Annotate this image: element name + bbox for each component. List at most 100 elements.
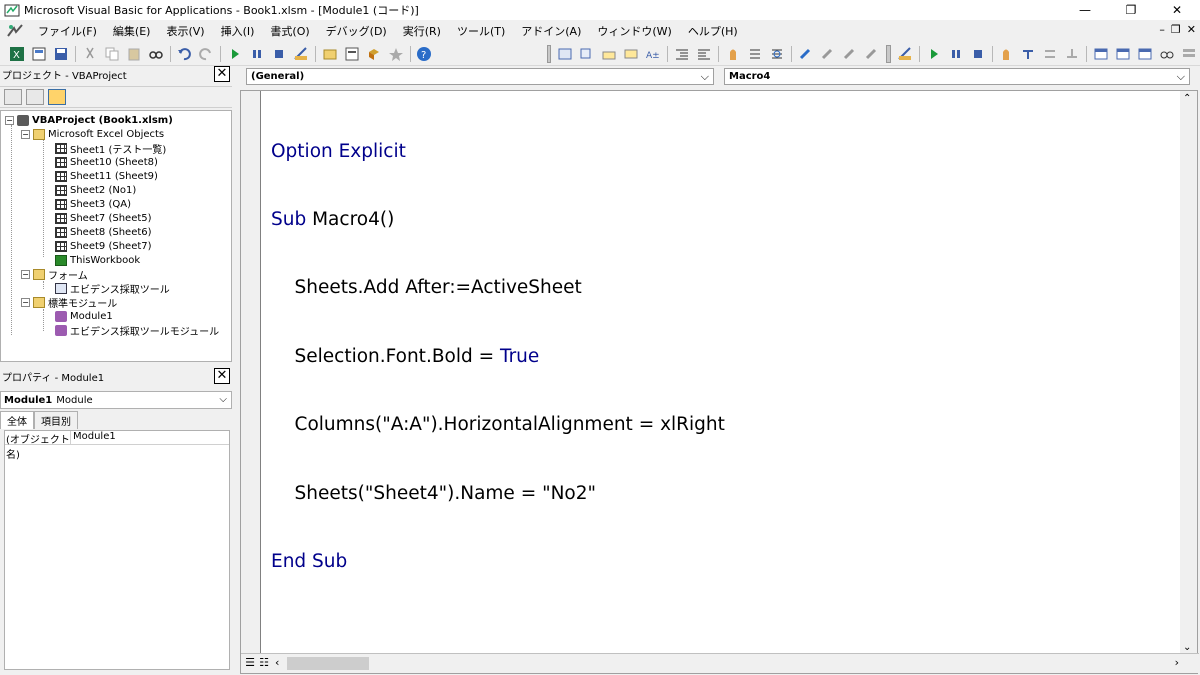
code-text[interactable]: Option Explicit Sub Macro4() Sheets.Add … (271, 95, 725, 619)
step-into-icon[interactable] (1020, 46, 1036, 62)
complete-word-icon[interactable]: A± (645, 46, 661, 62)
toggle-breakpoint-icon[interactable] (725, 46, 741, 62)
chevron-down-icon[interactable]: ⌵ (219, 394, 227, 405)
toolbox-icon[interactable] (388, 46, 404, 62)
menu-tools[interactable]: ツール(T) (449, 23, 513, 39)
watch-window-icon[interactable] (1137, 46, 1153, 62)
close-button[interactable]: ✕ (1154, 0, 1200, 20)
tree-node-excel-objects[interactable]: − Microsoft Excel Objects (21, 127, 164, 141)
paste-icon[interactable] (126, 46, 142, 62)
locals-window-icon[interactable] (1093, 46, 1109, 62)
mdi-minimize-button[interactable]: – (1159, 23, 1165, 36)
tab-alphabetic[interactable]: 全体 (0, 411, 34, 429)
copy-icon[interactable] (104, 46, 120, 62)
code-line[interactable]: Sheets.Add After:=ActiveSheet (271, 277, 725, 300)
scroll-left-icon[interactable]: ‹ (275, 656, 279, 669)
menu-help[interactable]: ヘルプ(H) (680, 23, 746, 39)
mdi-close-button[interactable]: ✕ (1187, 23, 1196, 36)
tree-node-sheet[interactable]: Sheet7 (Sheet5) (55, 211, 152, 225)
properties-window-icon[interactable] (344, 46, 360, 62)
view-code-icon[interactable] (4, 89, 22, 105)
code-line[interactable]: Selection.Font.Bold = True (271, 346, 725, 369)
next-bookmark-icon[interactable] (819, 46, 835, 62)
tree-node-sheet[interactable]: Sheet3 (QA) (55, 197, 131, 211)
tab-categorized[interactable]: 項目別 (34, 411, 78, 429)
menu-insert[interactable]: 挿入(I) (213, 23, 263, 39)
reset-icon[interactable] (271, 46, 287, 62)
minimize-button[interactable]: — (1062, 0, 1108, 20)
menu-format[interactable]: 書式(O) (262, 23, 317, 39)
menu-file[interactable]: ファイル(F) (30, 23, 105, 39)
help-icon[interactable]: ? (416, 46, 432, 62)
menu-edit[interactable]: 編集(E) (105, 23, 159, 39)
break-icon[interactable] (249, 46, 265, 62)
code-line[interactable]: Sheets("Sheet4").Name = "No2" (271, 483, 725, 506)
tree-node-sheet[interactable]: Sheet8 (Sheet6) (55, 225, 152, 239)
collapse-expander-icon[interactable]: − (5, 115, 14, 125)
mdi-restore-button[interactable]: ❐ (1171, 23, 1181, 36)
tree-node-forms[interactable]: − フォーム (21, 267, 88, 282)
immediate-window-icon[interactable] (1115, 46, 1131, 62)
break-icon[interactable] (948, 46, 964, 62)
clear-bookmarks-icon[interactable] (863, 46, 879, 62)
indicator-margin[interactable] (241, 91, 261, 655)
project-explorer-close-button[interactable]: ✕ (214, 66, 230, 82)
tree-node-sheet[interactable]: Sheet11 (Sheet9) (55, 169, 158, 183)
uncomment-block-icon[interactable] (769, 46, 785, 62)
undo-icon[interactable] (176, 46, 192, 62)
step-out-icon[interactable] (1064, 46, 1080, 62)
toolbar-grip[interactable] (546, 44, 552, 63)
tree-node-module[interactable]: エビデンス採取ツールモジュール (55, 323, 219, 338)
tree-node-sheet[interactable]: Sheet1 (テスト一覧) (55, 141, 166, 156)
tree-node-project[interactable]: − VBAProject (Book1.xlsm) (5, 113, 173, 127)
toolbar-grip[interactable] (886, 44, 892, 63)
vertical-scrollbar[interactable]: ⌃ ⌄ (1180, 91, 1197, 655)
object-combo[interactable]: (General) ⌵ (246, 68, 714, 85)
property-value[interactable]: Module1 (71, 431, 116, 444)
collapse-expander-icon[interactable]: − (21, 129, 30, 139)
tree-node-sheet[interactable]: Sheet10 (Sheet8) (55, 155, 158, 169)
code-line[interactable]: Sub Macro4() (271, 209, 725, 232)
code-line[interactable]: End Sub (271, 551, 725, 574)
list-properties-icon[interactable] (557, 46, 573, 62)
scroll-up-icon[interactable]: ⌃ (1183, 93, 1191, 104)
menu-run[interactable]: 実行(R) (395, 23, 449, 39)
collapse-expander-icon[interactable]: − (21, 297, 30, 307)
parameter-info-icon[interactable] (623, 46, 639, 62)
toggle-breakpoint-icon[interactable] (998, 46, 1014, 62)
comment-block-icon[interactable] (747, 46, 763, 62)
scroll-down-icon[interactable]: ⌄ (1183, 642, 1191, 653)
menu-addins[interactable]: アドイン(A) (513, 23, 589, 39)
scroll-right-icon[interactable]: › (1175, 656, 1179, 669)
object-selector[interactable]: Module1 Module ⌵ (0, 391, 232, 409)
object-browser-icon[interactable] (366, 46, 382, 62)
full-module-view-icon[interactable]: ☷ (258, 657, 270, 669)
procedure-combo[interactable]: Macro4 ⌵ (724, 68, 1190, 85)
menu-window[interactable]: ウィンドウ(W) (589, 23, 679, 39)
tree-node-sheet[interactable]: Sheet2 (No1) (55, 183, 136, 197)
redo-icon[interactable] (198, 46, 214, 62)
cut-icon[interactable] (82, 46, 98, 62)
save-icon[interactable] (53, 46, 69, 62)
find-icon[interactable] (148, 46, 164, 62)
horizontal-scroll-thumb[interactable] (287, 657, 369, 670)
run-icon[interactable] (227, 46, 243, 62)
property-row[interactable]: (オブジェクト名) Module1 (5, 431, 229, 461)
design-mode-icon[interactable] (293, 46, 309, 62)
chevron-down-icon[interactable]: ⌵ (1177, 70, 1185, 84)
previous-bookmark-icon[interactable] (841, 46, 857, 62)
project-explorer-icon[interactable] (322, 46, 338, 62)
excel-view-icon[interactable] (6, 23, 24, 39)
code-line[interactable]: Option Explicit (271, 141, 725, 164)
indent-icon[interactable] (674, 46, 690, 62)
step-over-icon[interactable] (1042, 46, 1058, 62)
tree-node-module[interactable]: Module1 (55, 309, 113, 323)
toggle-bookmark-icon[interactable] (797, 46, 813, 62)
design-mode-icon[interactable] (897, 46, 913, 62)
insert-module-icon[interactable] (31, 46, 47, 62)
properties-window-close-button[interactable]: ✕ (214, 368, 230, 384)
chevron-down-icon[interactable]: ⌵ (701, 70, 709, 84)
tree-node-sheet[interactable]: Sheet9 (Sheet7) (55, 239, 152, 253)
toggle-folders-icon[interactable] (48, 89, 66, 105)
quick-watch-icon[interactable] (1159, 46, 1175, 62)
